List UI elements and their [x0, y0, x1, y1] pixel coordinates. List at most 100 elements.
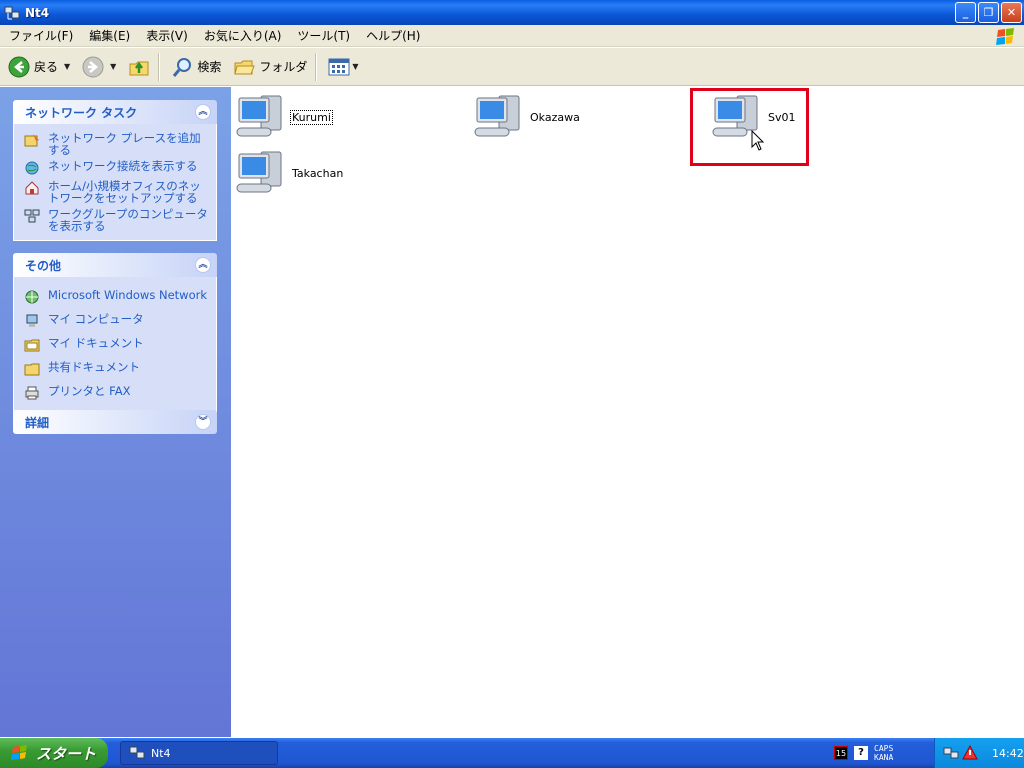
back-button[interactable]: 戻る ▼ — [4, 51, 74, 83]
home-network-icon — [25, 181, 39, 195]
caps-indicator: CAPS — [874, 744, 894, 753]
folder-icon — [234, 60, 256, 74]
toolbar-separator — [158, 52, 160, 81]
network-tray-icon[interactable] — [943, 745, 959, 761]
network-globe-icon — [25, 161, 39, 175]
place-microsoft-windows-network[interactable]: Microsoft Windows Network — [24, 285, 210, 309]
menu-view[interactable]: 表示(V) — [137, 27, 195, 44]
task-label: ネットワーク プレースを追加する — [48, 131, 201, 157]
folders-label: フォルダ — [259, 60, 308, 74]
ime-badge[interactable]: 15 — [834, 746, 848, 760]
file-list-view: Kurumi Okazawa Sv01 Takachan — [231, 87, 1024, 737]
expand-chevron-icon[interactable]: ︾ — [195, 414, 211, 430]
search-icon — [173, 57, 192, 77]
window-title: Nt4 — [25, 5, 50, 20]
chevron-down-icon[interactable]: ▼ — [352, 62, 358, 71]
computer-item[interactable]: Okazawa — [473, 92, 581, 142]
place-my-documents[interactable]: マイ ドキュメント — [24, 333, 210, 357]
place-my-computer[interactable]: マイ コンピュータ — [24, 309, 210, 333]
minimize-button[interactable]: _ — [955, 2, 976, 23]
task-label: ホーム/小規模オフィスのネットワークをセットアップする — [48, 179, 201, 205]
security-alert-icon[interactable] — [962, 745, 978, 761]
workgroup-icon — [24, 209, 40, 223]
other-places-header[interactable]: その他 ︽ — [13, 253, 217, 277]
place-label: マイ ドキュメント — [48, 336, 144, 350]
place-shared-documents[interactable]: 共有ドキュメント — [24, 357, 210, 381]
restore-icon: ❐ — [983, 6, 994, 19]
globe-icon — [25, 290, 39, 304]
task-pane: ネットワーク タスク ︽ ネットワーク プレースを追加する ネットワーク接続を表… — [0, 87, 231, 737]
task-view-workgroup-computers[interactable]: ワークグループのコンピュータを表示する — [24, 206, 210, 234]
standard-toolbar: 戻る ▼ ▼ 検索 フォルダ ▼ — [0, 48, 1024, 86]
start-button[interactable]: スタート — [0, 738, 108, 768]
taskbar: スタート Nt4 15 ? CAPS KANA 14:42 — [0, 738, 1024, 768]
menu-edit[interactable]: 編集(E) — [80, 27, 137, 44]
other-places-title: その他 — [25, 258, 62, 273]
place-label: プリンタと FAX — [48, 384, 131, 398]
minimize-icon: _ — [962, 6, 969, 19]
selection-highlight-box — [690, 88, 809, 166]
computer-label: Kurumi — [290, 109, 333, 125]
task-add-network-place[interactable]: ネットワーク プレースを追加する — [24, 130, 210, 158]
place-printers-and-faxes[interactable]: プリンタと FAX — [24, 381, 210, 405]
menu-help[interactable]: ヘルプ(H) — [357, 27, 427, 44]
computer-item[interactable]: Kurumi — [235, 92, 333, 142]
search-label: 検索 — [197, 60, 222, 74]
views-icon — [328, 58, 350, 75]
computer-item[interactable]: Takachan — [235, 148, 344, 198]
chevron-down-icon[interactable]: ▼ — [64, 62, 70, 71]
forward-arrow-icon — [82, 56, 104, 77]
help-icon[interactable]: ? — [854, 746, 868, 760]
clock[interactable]: 14:42 — [992, 747, 1024, 760]
chevron-down-icon[interactable]: ▼ — [110, 62, 116, 71]
my-documents-icon — [24, 339, 40, 352]
restore-button[interactable]: ❐ — [978, 2, 999, 23]
close-icon: ✕ — [1006, 6, 1017, 19]
folders-button[interactable]: フォルダ — [229, 51, 311, 83]
ime-status[interactable]: CAPS KANA — [874, 744, 893, 762]
task-label: ワークグループのコンピュータを表示する — [48, 207, 208, 233]
printer-icon — [25, 386, 39, 400]
task-label: ネットワーク接続を表示する — [48, 159, 198, 173]
network-tasks-title: ネットワーク タスク — [25, 105, 138, 120]
back-label: 戻る — [34, 60, 59, 74]
place-label: 共有ドキュメント — [48, 360, 140, 374]
kana-indicator: KANA — [874, 753, 894, 762]
computer-icon — [236, 95, 282, 137]
menu-favorites[interactable]: お気に入り(A) — [195, 27, 289, 44]
forward-button[interactable]: ▼ — [78, 51, 120, 83]
system-tray: 14:42 — [934, 738, 1024, 768]
close-button[interactable]: ✕ — [1001, 2, 1022, 23]
up-folder-icon — [129, 61, 149, 75]
up-folder-button[interactable] — [124, 51, 154, 83]
menu-file[interactable]: ファイル(F) — [0, 27, 80, 44]
details-title: 詳細 — [25, 415, 50, 430]
windows-logo-icon — [996, 28, 1014, 45]
task-view-network-connections[interactable]: ネットワーク接続を表示する — [24, 158, 210, 178]
network-computer-icon — [129, 746, 145, 759]
computer-icon — [236, 151, 282, 193]
network-computer-icon — [4, 6, 20, 19]
task-setup-home-network[interactable]: ホーム/小規模オフィスのネットワークをセットアップする — [24, 178, 210, 206]
computer-icon — [474, 95, 520, 137]
start-label: スタート — [36, 744, 97, 763]
toolbar-separator — [315, 52, 317, 81]
title-bar: Nt4 _ ❐ ✕ — [0, 0, 1024, 25]
my-computer-icon — [26, 314, 38, 327]
network-tasks-header[interactable]: ネットワーク タスク ︽ — [13, 100, 217, 124]
search-button[interactable]: 検索 — [167, 51, 225, 83]
taskbar-window-button[interactable]: Nt4 — [120, 741, 278, 765]
details-header[interactable]: 詳細 ︾ — [13, 410, 217, 434]
back-arrow-icon — [8, 56, 30, 77]
collapse-chevron-icon[interactable]: ︽ — [195, 104, 211, 120]
add-network-place-icon — [24, 134, 39, 147]
menu-tools[interactable]: ツール(T) — [288, 27, 357, 44]
collapse-chevron-icon[interactable]: ︽ — [195, 257, 211, 273]
place-label: マイ コンピュータ — [48, 312, 144, 326]
windows-logo-icon — [11, 745, 27, 760]
computer-label: Takachan — [292, 166, 344, 180]
computer-label: Okazawa — [530, 110, 580, 124]
language-bar: 15 ? CAPS KANA — [834, 743, 893, 763]
network-tasks-panel: ネットワーク タスク ︽ ネットワーク プレースを追加する ネットワーク接続を表… — [13, 100, 217, 241]
views-button[interactable]: ▼ — [324, 51, 362, 83]
